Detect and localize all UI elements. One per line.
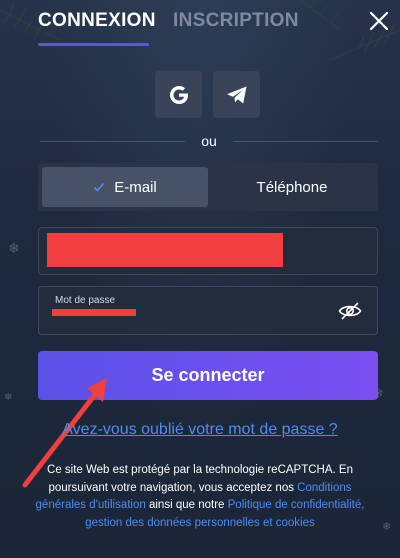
snowflake-icon: ❄ [382,521,392,533]
forgot-password-link[interactable]: Avez-vous oublié votre mot de passe ? [62,421,337,438]
password-field: Mot de passe [38,286,378,335]
snowflake-icon: ❄ [8,240,20,256]
legal-text: ainsi que notre [148,499,225,511]
snowflake-icon: ❄ [4,392,13,403]
check-icon [94,182,105,192]
toggle-email[interactable]: E-mail [42,167,208,207]
email-field [38,227,378,275]
google-login-button[interactable] [155,71,202,118]
password-label: Mot de passe [55,295,116,306]
auth-tabs: CONNEXION INSCRIPTION [0,0,400,48]
tab-register[interactable]: INSCRIPTION [173,10,299,32]
close-icon[interactable] [368,10,390,32]
telegram-plane-icon [226,86,246,103]
telegram-login-button[interactable] [213,71,260,118]
toggle-email-label: E-mail [114,178,157,196]
separator-line [233,141,378,142]
active-tab-indicator [38,43,149,46]
redaction-mark [52,309,136,316]
toggle-phone[interactable]: Téléphone [210,167,374,207]
forgot-password-row: Avez-vous oublié votre mot de passe ? [0,421,400,439]
google-g-icon [169,85,190,104]
recaptcha-notice: Ce site Web est protégé par la technolog… [30,462,370,532]
toggle-phone-label: Téléphone [256,178,328,196]
redaction-mark [47,233,283,267]
eye-slash-icon[interactable] [338,301,362,321]
login-method-toggle: E-mail Téléphone [38,163,378,211]
tab-login[interactable]: CONNEXION [38,10,156,32]
login-submit-button[interactable]: Se connecter [38,351,378,400]
separator: ou [40,133,378,149]
